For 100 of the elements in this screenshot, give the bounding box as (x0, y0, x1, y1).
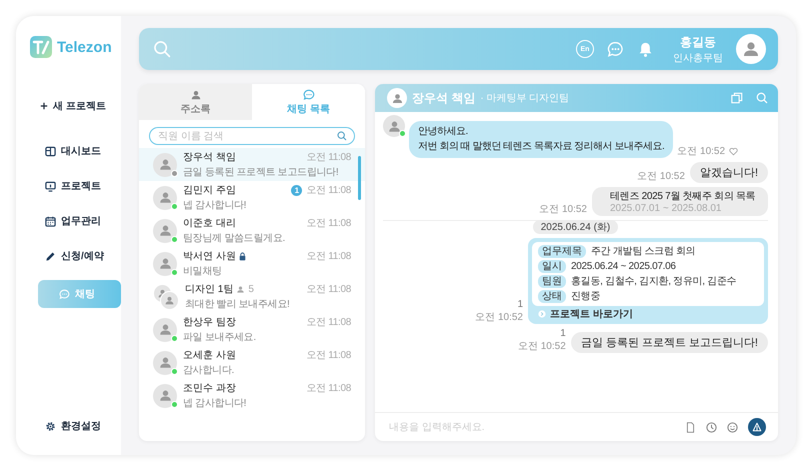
person-icon (158, 157, 172, 172)
search-icon[interactable] (337, 131, 347, 141)
field-label: 팀원 (538, 275, 566, 288)
search-field[interactable]: 직원 이름 검색 (149, 127, 355, 145)
smiley-icon[interactable] (727, 422, 738, 432)
file-attachment[interactable]: 테렌즈 2025 7월 첫째주 회의 목록 2025.07.01 ~ 2025.08.01 (592, 187, 768, 216)
message-time: 오전 10:52 (677, 145, 726, 158)
message-time: 오전 11:08 (306, 316, 351, 329)
monitor-icon (45, 180, 56, 192)
arrow-circle-icon (538, 310, 546, 318)
sidebar-item[interactable]: 대시보드 (30, 140, 121, 162)
message-time: 오전 11:08 (306, 217, 351, 230)
plus-icon (40, 102, 48, 110)
contact-name: 김민지 주임 (183, 184, 236, 197)
contact-name: 박서연 사원 (183, 250, 236, 263)
chat-bubble-icon (59, 288, 70, 300)
contact-name: 디자인 1팀 (185, 283, 234, 296)
person-icon (158, 322, 172, 337)
field-label: 업무제목 (538, 245, 586, 258)
sidebar-item[interactable]: 업무관리 (30, 210, 121, 232)
contact-name: 오세훈 사원 (183, 349, 236, 362)
send-icon (752, 422, 762, 432)
unread-count: 1 (560, 328, 566, 339)
book-icon (45, 146, 56, 156)
field-value: 홍길동, 김철수, 김지환, 정유미, 김준수 (571, 275, 736, 288)
chat-list-item[interactable]: 조민수 과장 오전 11:08 넵 감사합니다! (139, 379, 351, 412)
file-period: 2025.07.01 ~ 2025.08.01 (610, 203, 722, 214)
settings-button[interactable]: 환경설정 (30, 419, 116, 433)
date-divider: 2025.06.24 (화) (532, 220, 618, 234)
field-label: 상태 (538, 290, 566, 303)
heart-icon[interactable] (729, 147, 738, 156)
chat-list-item[interactable]: 한상우 팀장 오전 11:08 파일 보내주세요. (139, 313, 351, 346)
search-icon[interactable] (756, 92, 768, 104)
chat-subtitle: · 마케팅부 디자인팀 (480, 92, 570, 105)
person-icon (158, 223, 172, 238)
person-icon (158, 190, 172, 205)
field-label: 일시 (538, 260, 566, 273)
user-name: 홍길동 (680, 34, 716, 50)
message-text: 안녕하세요. (418, 125, 469, 139)
message-time: 오전 10:52 (518, 340, 566, 353)
person-icon (190, 88, 202, 100)
person-icon (158, 355, 172, 370)
new-project-button[interactable]: 새 프로젝트 (30, 96, 116, 116)
member-count: 5 (248, 284, 254, 294)
send-button[interactable] (748, 418, 766, 436)
chat-bubble-icon (302, 88, 314, 100)
person-icon (158, 388, 172, 403)
field-value: 2025.06.24 ~ 2025.07.06 (571, 260, 676, 273)
file-icon[interactable] (685, 422, 696, 432)
chat-bubble-icon[interactable] (607, 40, 624, 58)
scrollbar[interactable] (358, 156, 361, 200)
copy-icon[interactable] (731, 92, 743, 104)
message-preview: 최대한 빨리 보내주세요! (185, 298, 290, 311)
person-icon (386, 118, 402, 134)
message-time: 오전 10:52 (539, 203, 587, 216)
unread-badge: 1 (291, 184, 302, 196)
message-preview: 넵 감사합니다! (183, 199, 248, 212)
message-bubble: 알겠습니다! (690, 162, 768, 183)
message-preview: 금일 등록된 프로젝트 보고드립니다! (183, 166, 340, 179)
message-preview: 비밀채팅 (183, 265, 223, 278)
contact-name: 한상우 팀장 (183, 316, 236, 329)
person-icon (390, 92, 404, 104)
message-time: 오전 11:08 (306, 382, 351, 395)
message-preview: 파일 보내주세요. (183, 331, 257, 344)
message-time: 오전 11:08 (306, 250, 351, 263)
chat-list-item[interactable]: 이준호 대리 오전 11:08 팀장님께 말씀드릴게요. (139, 214, 351, 247)
person-icon (236, 284, 246, 294)
chat-list-item[interactable]: 디자인 1팀 5 오전 11:08 최대한 빨리 보내주세요! (139, 280, 351, 313)
message-preview: 넵 감사합니다! (183, 397, 248, 410)
contact-name: 장우석 책임 (183, 151, 236, 164)
project-link[interactable]: 프로젝트 바로가기 (532, 306, 764, 322)
bell-icon[interactable] (637, 40, 654, 58)
settings-icon (45, 420, 56, 432)
file-name: 테렌즈 2025 7월 첫째주 회의 목록 (610, 190, 756, 203)
message-time: 오전 11:08 (306, 151, 351, 164)
message-preview: 감사합니다. (183, 364, 235, 377)
message-time: 오전 11:08 (306, 349, 351, 362)
pencil-icon (45, 250, 56, 262)
chat-title: 장우석 책임 (412, 90, 476, 106)
app-logo-text: Telezon (57, 38, 112, 56)
message-text: 저번 회의 때 말했던 테렌즈 목록자료 정리해서 보내주세요. (418, 140, 664, 154)
chat-list-item[interactable]: 오세훈 사원 오전 11:08 감사합니다. (139, 346, 351, 379)
message-preview: 팀장님께 말씀드릴게요. (183, 232, 286, 245)
chat-list-item[interactable]: 김민지 주임 1 오전 11:08 넵 감사합니다! (139, 181, 351, 214)
message-bubble: 금일 등록된 프로젝트 보고드립니다! (570, 332, 768, 353)
calendar-icon (45, 216, 56, 226)
logo-icon (30, 36, 52, 58)
unread-count: 1 (517, 299, 523, 310)
sidebar-item[interactable]: 프로젝트 (30, 175, 121, 197)
message-time: 오전 11:08 (306, 184, 351, 197)
status-dot (399, 130, 406, 137)
contact-name: 조민수 과장 (183, 382, 236, 395)
chat-list-item[interactable]: 박서연 사원 오전 11:08 비밀채팅 (139, 247, 351, 280)
clock-icon[interactable] (706, 422, 717, 432)
field-value: 진행중 (571, 290, 600, 303)
sidebar-item[interactable]: 신청/예약 (30, 245, 121, 267)
chat-list-item[interactable]: 장우석 책임 오전 11:08 금일 등록된 프로젝트 보고드립니다! (139, 148, 365, 181)
search-icon[interactable] (153, 40, 171, 58)
user-avatar[interactable] (736, 34, 766, 64)
user-team: 인사총무팀 (673, 52, 723, 64)
